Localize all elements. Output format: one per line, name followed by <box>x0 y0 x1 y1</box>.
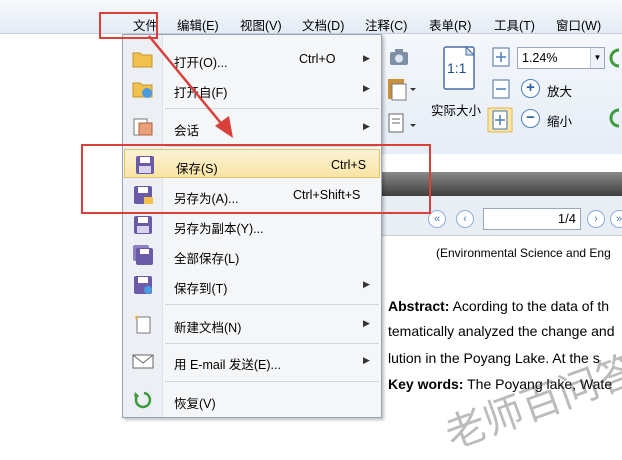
submenu-arrow-icon: ▶ <box>363 121 370 131</box>
chevron-down-icon[interactable]: ▼ <box>590 48 604 68</box>
actual-size-label[interactable]: 实际大小 <box>431 100 481 119</box>
save-all-icon <box>133 245 153 265</box>
fit-visible-icon[interactable] <box>487 107 513 133</box>
menu-separator <box>165 343 379 344</box>
menu-item-label: 用 E-mail 发送(E)... <box>174 358 281 372</box>
revert-icon <box>134 391 152 409</box>
zoom-out-label[interactable]: 缩小 <box>547 111 572 130</box>
doc-line: Abstract: Acording to the data of th <box>388 298 610 314</box>
actual-size-ratio: 1:1 <box>447 60 467 76</box>
fit-width-icon[interactable] <box>490 78 512 100</box>
menu-item-save-copy[interactable]: 另存为副本(Y)... <box>123 210 379 240</box>
form-tool-icon[interactable] <box>386 112 416 136</box>
zoom-in-label[interactable]: 放大 <box>547 81 572 100</box>
submenu-arrow-icon: ▶ <box>363 83 370 93</box>
menu-window[interactable]: 窗口(W) <box>556 15 601 34</box>
menu-separator <box>165 381 379 382</box>
submenu-arrow-icon: ▶ <box>363 318 370 328</box>
menu-item-email[interactable]: 用 E-mail 发送(E)... ▶ <box>123 346 379 376</box>
menu-item-label: 保存到(T) <box>174 282 228 296</box>
menu-item-label: 新建文档(N) <box>174 321 242 335</box>
menu-item-shortcut: Ctrl+O <box>299 52 336 66</box>
envelope-icon <box>132 354 154 369</box>
zoom-level-value: 1.24% <box>522 51 558 65</box>
prev-page-icon[interactable]: ‹ <box>456 210 474 228</box>
rotate-back-icon[interactable] <box>607 106 622 130</box>
doc-line: (Environmental Science and Eng <box>436 246 611 260</box>
menu-separator <box>165 304 379 305</box>
menu-form[interactable]: 表单(R) <box>429 15 471 34</box>
left-pane <box>0 34 122 418</box>
menu-item-label: 恢复(V) <box>174 397 216 411</box>
zoom-in-icon[interactable]: + <box>521 79 540 98</box>
annotation-arrow-icon <box>148 35 233 138</box>
submenu-arrow-icon: ▶ <box>363 279 370 289</box>
paste-icon[interactable] <box>386 76 416 102</box>
menu-item-label: 全部保存(L) <box>174 252 240 266</box>
menu-item-label: 另存为副本(Y)... <box>174 222 264 236</box>
zoom-level-combo[interactable]: 1.24% ▼ <box>517 47 605 69</box>
submenu-arrow-icon: ▶ <box>363 355 370 365</box>
page-number-input[interactable]: 1/4 <box>483 208 581 230</box>
save-copy-icon <box>134 216 152 234</box>
menu-bar: 文件 编辑(E) 视图(V) 文档(D) 注释(C) 表单(R) 工具(T) 窗… <box>0 0 622 34</box>
last-page-icon[interactable]: » <box>610 210 622 228</box>
fit-page-icon[interactable] <box>490 46 512 68</box>
menu-item-save-all[interactable]: 全部保存(L) <box>123 240 379 270</box>
camera-icon[interactable] <box>388 46 410 68</box>
submenu-arrow-icon: ▶ <box>363 53 370 63</box>
menu-comment[interactable]: 注释(C) <box>365 15 407 34</box>
menu-document[interactable]: 文档(D) <box>302 15 344 34</box>
menu-item-revert[interactable]: 恢复(V) <box>123 385 379 415</box>
menu-view[interactable]: 视图(V) <box>240 15 282 34</box>
next-page-icon[interactable]: › <box>587 210 605 228</box>
save-to-icon <box>134 276 152 294</box>
menu-item-save-to[interactable]: 保存到(T) ▶ <box>123 270 379 300</box>
new-document-icon <box>135 315 151 334</box>
menu-item-new-document[interactable]: 新建文档(N) ▶ <box>123 309 379 339</box>
rotate-icon[interactable] <box>607 46 622 70</box>
zoom-out-icon[interactable]: − <box>521 109 540 128</box>
menu-tools[interactable]: 工具(T) <box>494 15 535 34</box>
annotation-box-save-items <box>81 144 431 214</box>
doc-line: tematically analyzed the change and <box>388 323 615 339</box>
doc-line-text: Acording to the data of th <box>449 298 610 314</box>
